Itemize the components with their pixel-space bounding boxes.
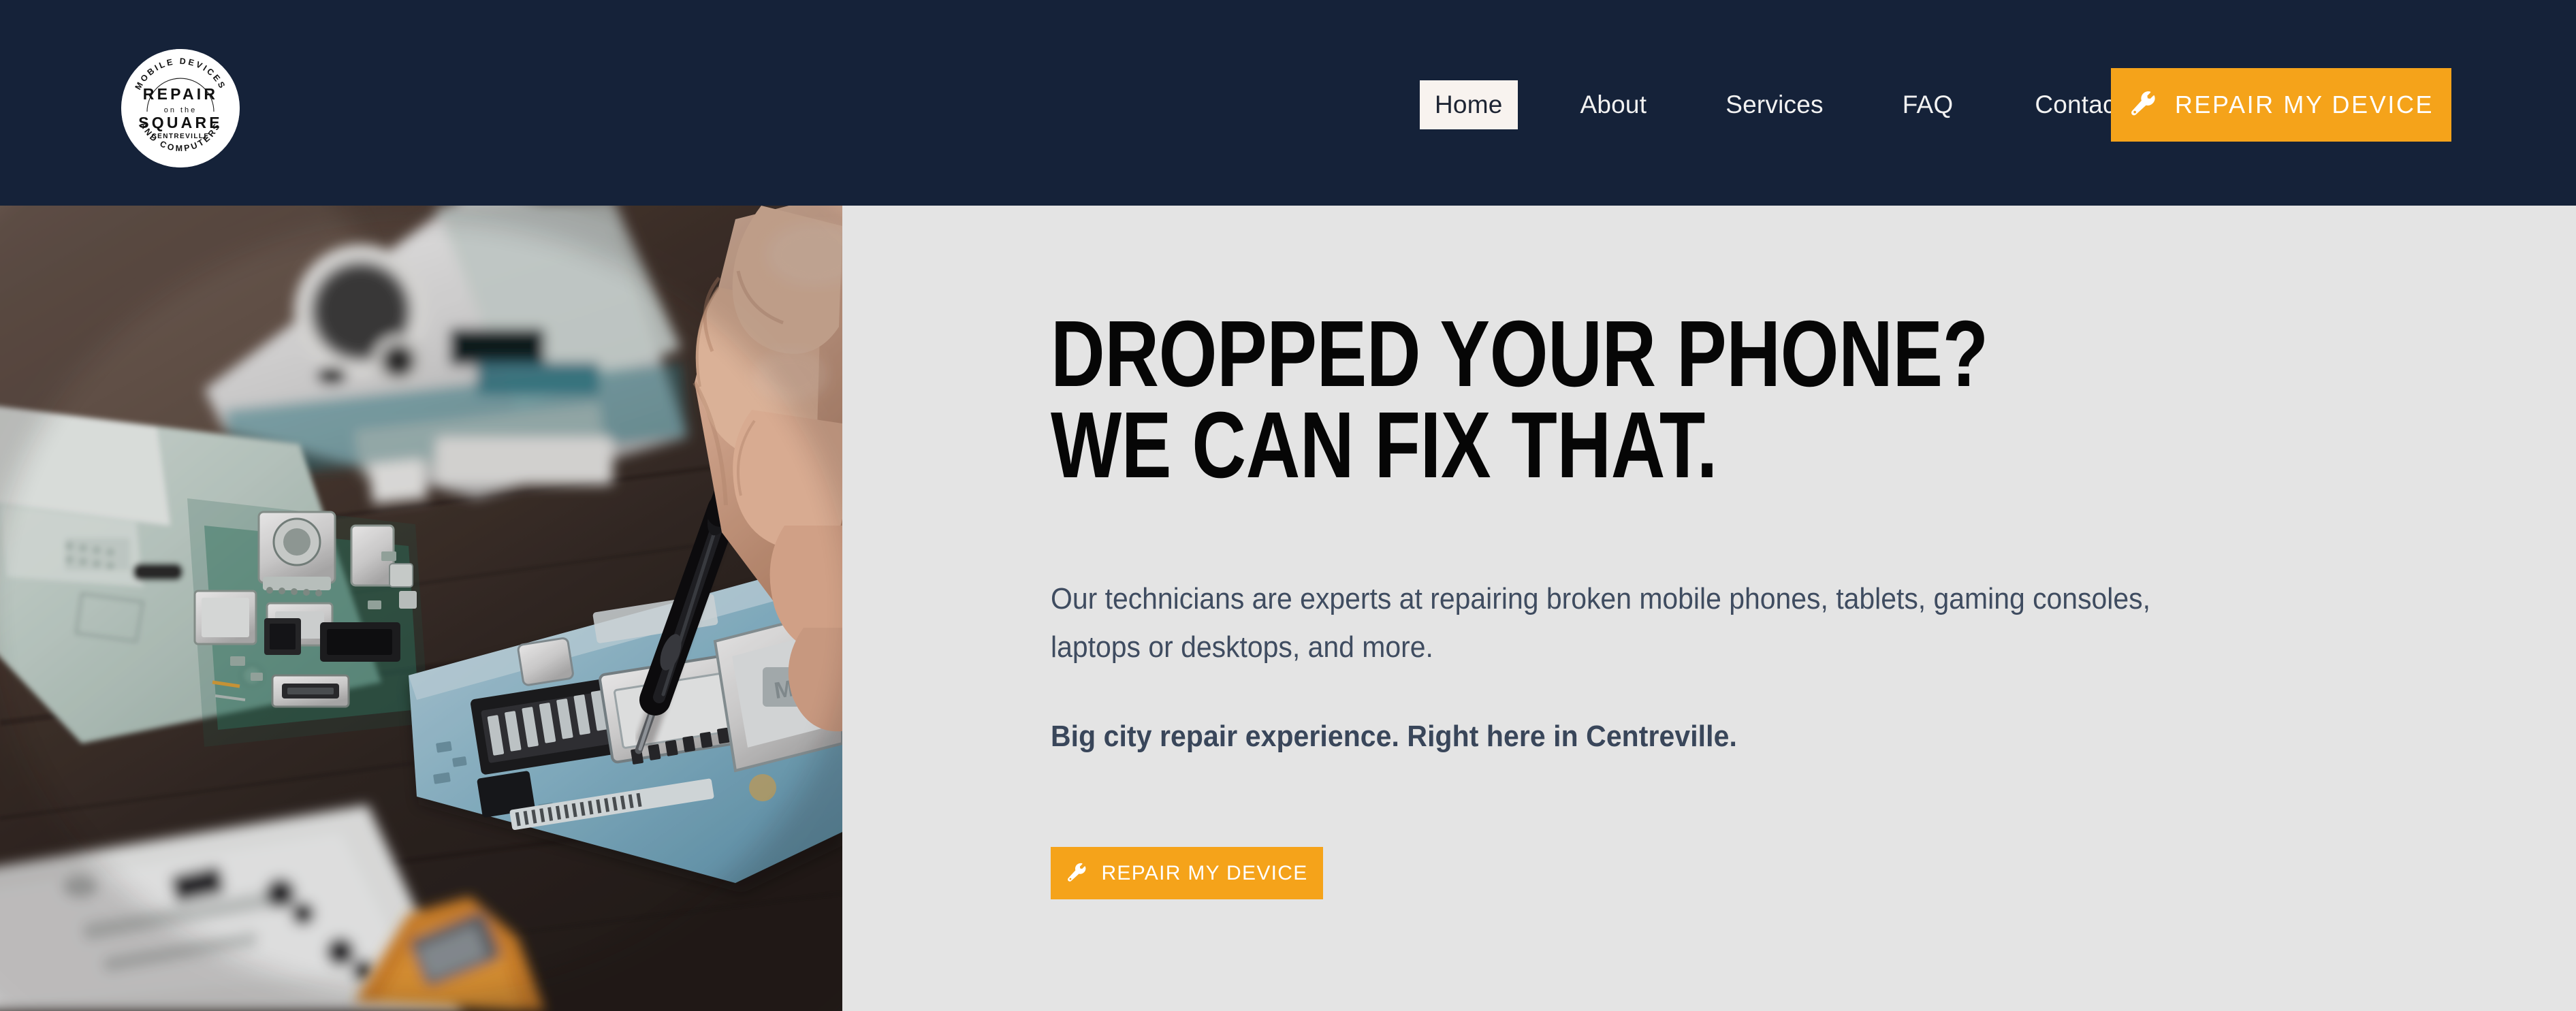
headline-line-1: DROPPED YOUR PHONE? xyxy=(1051,302,1988,406)
page-root: MOBILE DEVICES AND COMPUTERS REPAIR on t… xyxy=(0,0,2576,1011)
hero-image: M xyxy=(0,206,842,1011)
wrench-icon xyxy=(2131,91,2155,116)
hero-tagline: Big city repair experience. Right here i… xyxy=(1051,720,1737,753)
hero-cta-label: REPAIR MY DEVICE xyxy=(1101,861,1308,884)
hero-section: M DROPPED YOUR PHONE? WE CAN FIX THAT. O… xyxy=(0,206,2576,1011)
hero-content: DROPPED YOUR PHONE? WE CAN FIX THAT. Our… xyxy=(1051,206,2481,1011)
svg-text:SQUARE: SQUARE xyxy=(138,114,223,131)
logo-circle: MOBILE DEVICES AND COMPUTERS REPAIR on t… xyxy=(121,49,240,167)
nav-item-services[interactable]: Services xyxy=(1711,80,1838,129)
hero-subcopy: Our technicians are experts at repairing… xyxy=(1051,582,2150,664)
hero-headline: DROPPED YOUR PHONE? WE CAN FIX THAT. xyxy=(1051,302,1988,498)
svg-text:CENTREVILLE: CENTREVILLE xyxy=(152,133,210,140)
hero-repair-my-device-button[interactable]: REPAIR MY DEVICE xyxy=(1051,847,1323,899)
logo-badge-icon: MOBILE DEVICES AND COMPUTERS REPAIR on t… xyxy=(121,49,240,167)
main-navigation: Home About Services FAQ Contact xyxy=(1420,72,2137,138)
svg-text:REPAIR: REPAIR xyxy=(143,85,218,103)
wrench-icon xyxy=(1068,863,1086,882)
header-repair-my-device-button[interactable]: REPAIR MY DEVICE xyxy=(2111,68,2451,142)
header-cta-label: REPAIR MY DEVICE xyxy=(2174,91,2434,118)
site-logo[interactable]: MOBILE DEVICES AND COMPUTERS REPAIR on t… xyxy=(121,49,240,167)
nav-item-home[interactable]: Home xyxy=(1420,80,1518,129)
nav-item-about[interactable]: About xyxy=(1565,80,1662,129)
repair-technician-photo-icon: M xyxy=(0,206,842,1011)
headline-line-2: WE CAN FIX THAT. xyxy=(1051,392,1717,498)
site-header: MOBILE DEVICES AND COMPUTERS REPAIR on t… xyxy=(0,0,2576,206)
nav-item-faq[interactable]: FAQ xyxy=(1888,80,1969,129)
